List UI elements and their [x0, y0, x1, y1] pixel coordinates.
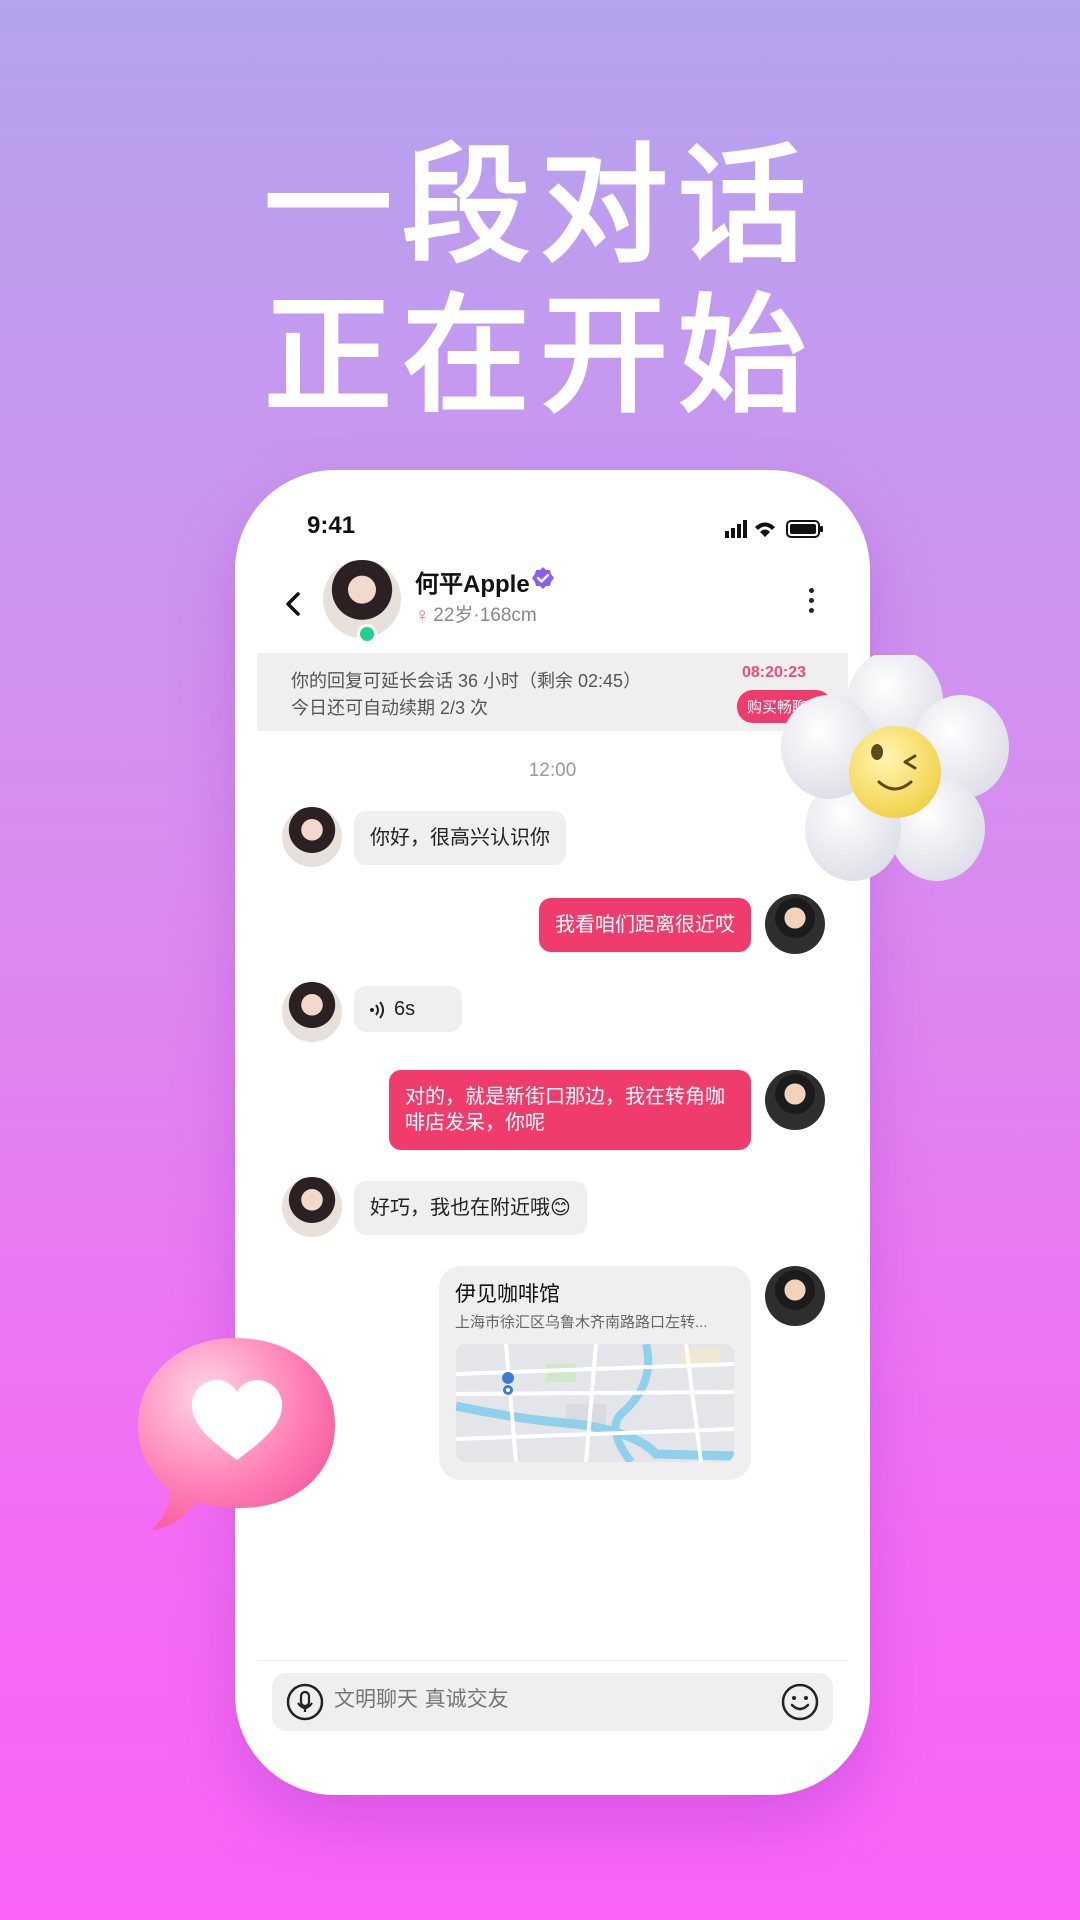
more-options-icon[interactable] — [807, 588, 815, 618]
session-notice: 你的回复可延长会话 36 小时（剩余 02:45） 今日还可自动续期 2/3 次… — [257, 653, 848, 731]
contact-name: 何平Apple — [415, 571, 530, 598]
map-image — [456, 1344, 734, 1462]
heart-bubble-decoration — [138, 1338, 335, 1530]
flower-emoji-decoration — [781, 655, 1009, 881]
contact-avatar-small[interactable] — [282, 982, 342, 1042]
message-row: 对的，就是新街口那边，我在转角咖啡店发呆，你呢 — [235, 1070, 870, 1160]
voice-message-bubble[interactable]: 6s — [354, 986, 462, 1032]
message-row: 6s — [235, 982, 870, 1046]
user-avatar-small[interactable] — [765, 894, 825, 954]
notice-line-2: 今日还可自动续期 2/3 次 — [291, 698, 489, 718]
message-bubble-in[interactable]: 好巧，我也在附近哦😊 — [354, 1181, 587, 1235]
contact-avatar-small[interactable] — [282, 807, 342, 867]
user-avatar-small[interactable] — [765, 1070, 825, 1130]
voice-duration: 6s — [394, 998, 416, 1020]
message-bubble-in[interactable]: 你好，很高兴认识你 — [354, 811, 566, 865]
status-icons — [725, 518, 825, 545]
female-icon: ♀ — [415, 605, 430, 626]
location-title: 伊见咖啡馆 — [455, 1283, 560, 1306]
headline-line-2: 正在开始 — [263, 282, 816, 431]
message-bubble-out[interactable]: 我看咱们距离很近哎 — [539, 898, 751, 952]
voice-wave-icon — [370, 1001, 384, 1019]
message-input[interactable] — [334, 1687, 754, 1711]
chat-header: 何平Apple ♀ 22岁·168cm — [235, 560, 870, 644]
input-divider — [257, 1660, 848, 1661]
microphone-icon[interactable] — [286, 1683, 324, 1721]
location-address: 上海市徐汇区乌鲁木齐南路路口左转... — [455, 1314, 708, 1331]
location-map[interactable] — [456, 1344, 734, 1462]
contact-avatar-small[interactable] — [282, 1177, 342, 1237]
location-card[interactable]: 伊见咖啡馆 上海市徐汇区乌鲁木齐南路路口左转... — [439, 1266, 751, 1480]
status-bar: 9:41 — [307, 512, 825, 552]
back-arrow-icon[interactable] — [280, 590, 308, 618]
message-input-bar — [272, 1673, 833, 1731]
age-height: 22岁·168cm — [433, 605, 537, 626]
notice-line-1: 你的回复可延长会话 36 小时（剩余 02:45） — [291, 671, 642, 691]
message-bubble-out[interactable]: 对的，就是新街口那边，我在转角咖啡店发呆，你呢 — [389, 1070, 751, 1150]
headline-line-1: 一段对话 — [263, 132, 816, 281]
signal-wifi-battery-icon — [725, 520, 823, 538]
online-status-dot — [357, 624, 377, 644]
verified-badge-icon — [532, 567, 554, 589]
status-time: 9:41 — [307, 512, 356, 539]
message-row: 我看咱们距离很近哎 — [235, 894, 870, 958]
message-row: 好巧，我也在附近哦😊 — [235, 1177, 870, 1241]
emoji-icon[interactable] — [781, 1683, 819, 1721]
contact-subinfo: ♀ 22岁·168cm — [415, 600, 537, 627]
user-avatar-small[interactable] — [765, 1266, 825, 1326]
